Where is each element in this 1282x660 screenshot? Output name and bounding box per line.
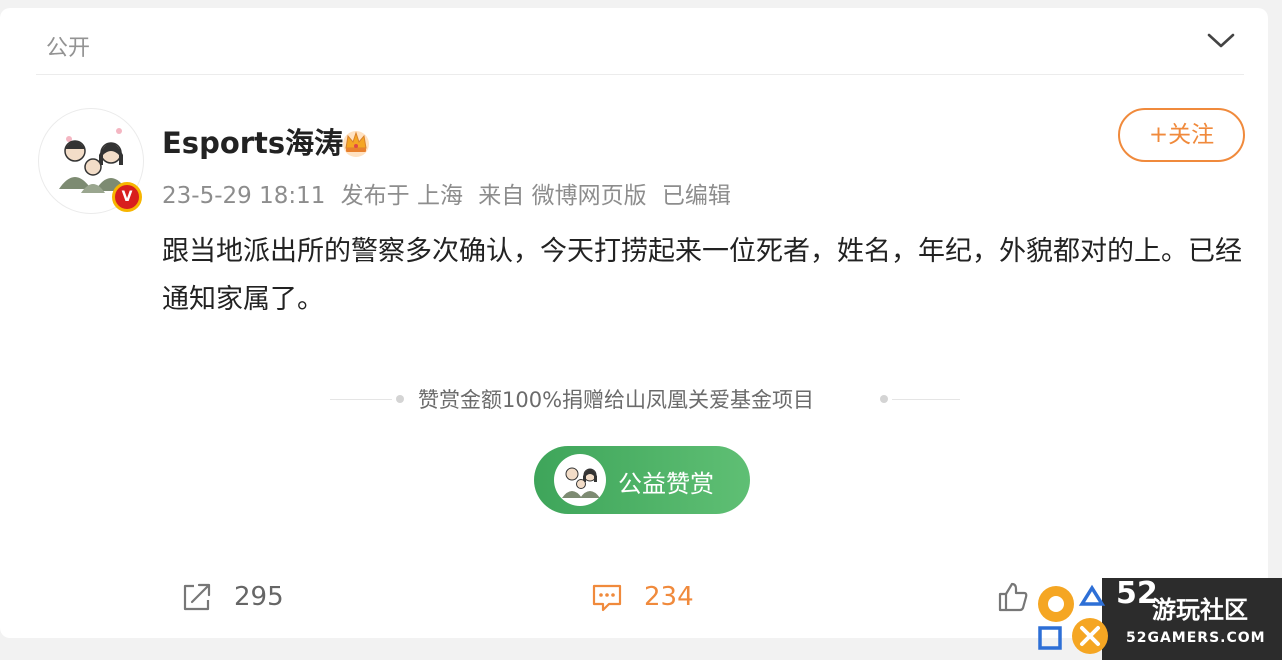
comment-icon (592, 584, 622, 612)
verified-badge: V (112, 182, 142, 212)
reward-note: 赞赏金额100%捐赠给山凤凰关爱基金项目 (330, 388, 960, 412)
post-location: 发布于 上海 (340, 183, 463, 209)
share-icon (183, 583, 211, 611)
reward-button-label: 公益赞赏 (618, 470, 714, 498)
crown-icon[interactable] (340, 126, 372, 158)
watermark-site: 52GAMERS.COM (1126, 630, 1266, 646)
repost-button[interactable]: 295 (180, 580, 300, 616)
comment-count: 234 (644, 582, 694, 612)
post-time[interactable]: 23-5-29 18:11 (162, 183, 325, 209)
charity-reward-button[interactable]: 公益赞赏 (534, 446, 750, 514)
follow-button[interactable]: +关注 (1118, 108, 1245, 162)
reward-note-text: 赞赏金额100%捐赠给山凤凰关爱基金项目 (418, 388, 815, 412)
reward-avatar (554, 454, 606, 506)
site-watermark: 52 游玩社区 52GAMERS.COM (1030, 572, 1282, 660)
divider-left (330, 399, 392, 400)
weibo-post-card: 公开 V Esports海涛 23-5-29 18:11 发布于 上海 来自 微… (0, 8, 1268, 638)
repost-count: 295 (234, 582, 284, 612)
chevron-down-icon[interactable] (1204, 26, 1238, 54)
post-meta: 23-5-29 18:11 发布于 上海 来自 微博网页版 已编辑 (162, 176, 739, 210)
visibility-bar: 公开 (36, 8, 1244, 75)
family-avatar-icon (562, 467, 600, 498)
divider-dot-right (880, 395, 888, 403)
divider-dot-left (396, 395, 404, 403)
post-text: 跟当地派出所的警察多次确认，今天打捞起来一位死者，姓名，年纪，外貌都对的上。已经… (162, 236, 1242, 315)
edited-label[interactable]: 已编辑 (662, 183, 731, 209)
username[interactable]: Esports海涛 (162, 120, 343, 162)
watermark-name: 游玩社区 (1152, 596, 1248, 624)
divider-right (892, 399, 960, 400)
thumbs-up-icon (998, 582, 1028, 612)
comment-button[interactable]: 234 (590, 580, 710, 616)
visibility-label: 公开 (46, 36, 91, 61)
post-source: 来自 微博网页版 (478, 183, 647, 209)
